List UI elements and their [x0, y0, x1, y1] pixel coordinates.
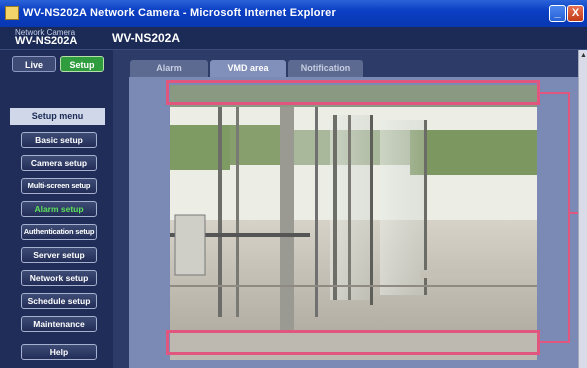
tab-notification[interactable]: Notification [288, 60, 363, 77]
scroll-up-arrow-icon[interactable]: ▲ [580, 52, 587, 59]
camera-header [0, 27, 587, 50]
tab-alarm[interactable]: Alarm [130, 60, 208, 77]
bottom-area-highlight [166, 330, 540, 355]
camera-scene-image [170, 85, 537, 360]
brand-model: WV-NS202A [15, 35, 78, 47]
close-button[interactable]: X [567, 5, 584, 22]
setup-menu-title: Setup menu [10, 108, 105, 125]
menu-camera-setup[interactable]: Camera setup [21, 155, 97, 171]
menu-alarm-setup[interactable]: Alarm setup [21, 201, 97, 217]
menu-maintenance[interactable]: Maintenance [21, 316, 97, 332]
ie-app-icon [5, 6, 19, 20]
top-area-highlight [166, 80, 540, 105]
camera-live-image[interactable] [170, 85, 537, 360]
menu-basic-setup[interactable]: Basic setup [21, 132, 97, 148]
tab-vmd-area[interactable]: VMD area [210, 60, 286, 77]
live-button[interactable]: Live [12, 56, 56, 72]
menu-help[interactable]: Help [21, 344, 97, 360]
menu-multi-screen-setup[interactable]: Multi-screen setup [21, 178, 97, 194]
page-model-title: WV-NS202A [112, 31, 181, 45]
window-title-bar: WV-NS202A Network Camera - Microsoft Int… [0, 0, 587, 27]
menu-network-setup[interactable]: Network setup [21, 270, 97, 286]
vertical-scrollbar[interactable]: ▲ [578, 50, 587, 368]
menu-schedule-setup[interactable]: Schedule setup [21, 293, 97, 309]
minimize-button[interactable]: _ [549, 5, 566, 22]
menu-server-setup[interactable]: Server setup [21, 247, 97, 263]
menu-authentication-setup[interactable]: Authentication setup [21, 224, 97, 240]
callout-bracket [540, 92, 570, 343]
window-title: WV-NS202A Network Camera - Microsoft Int… [23, 7, 336, 19]
setup-button[interactable]: Setup [60, 56, 104, 72]
